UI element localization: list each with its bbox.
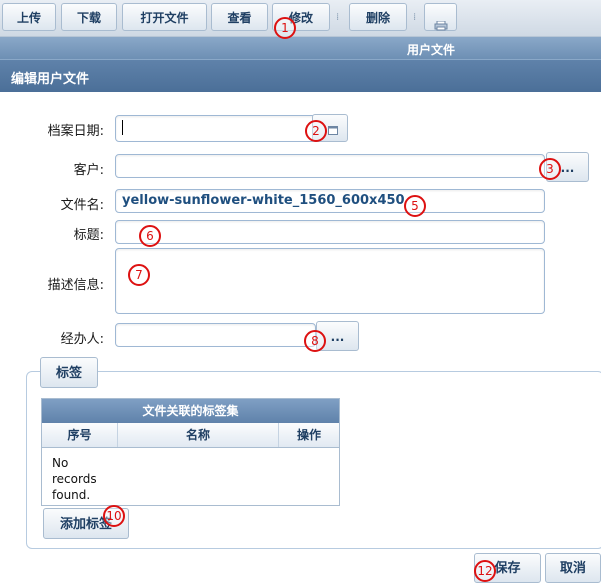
toolbar: 上传 下载 打开文件 查看 修改 ⁞ 删除 ⁞ (0, 0, 601, 37)
annotation-marker: 6 (139, 225, 161, 247)
form-title: 编辑用户文件 (11, 72, 90, 87)
annotation-marker: 10 (103, 505, 125, 527)
upload-button[interactable]: 上传 (2, 3, 56, 31)
print-icon (434, 13, 448, 31)
annotation-marker: 8 (304, 330, 326, 352)
toolbar-separator: ⁞ (413, 12, 417, 23)
archive-date-label: 档案日期: (47, 124, 104, 139)
text-caret (122, 120, 123, 135)
handler-label: 经办人: (60, 332, 104, 347)
calendar-icon (328, 124, 338, 138)
tags-grid-title: 文件关联的标签集 (42, 399, 339, 423)
cancel-button[interactable]: 取消 (545, 553, 601, 583)
panel-titlebar: 用户文件 (0, 37, 601, 59)
title-input[interactable] (115, 220, 545, 244)
tags-grid-header: 序号 名称 操作 (42, 423, 339, 448)
print-button[interactable] (424, 3, 457, 31)
column-header-action[interactable]: 操作 (279, 423, 339, 447)
open-file-button[interactable]: 打开文件 (122, 3, 207, 31)
archive-date-input[interactable] (115, 115, 316, 142)
download-button[interactable]: 下载 (61, 3, 117, 31)
column-header-name[interactable]: 名称 (118, 423, 279, 447)
handler-input[interactable] (115, 323, 316, 347)
annotation-marker: 7 (128, 264, 150, 286)
filename-label: 文件名: (60, 198, 104, 213)
column-header-index[interactable]: 序号 (42, 423, 118, 447)
tags-legend-button[interactable]: 标签 (40, 357, 98, 388)
filename-input[interactable]: yellow-sunflower-white_1560_600x450 (115, 189, 545, 213)
description-textarea[interactable] (115, 248, 545, 314)
annotation-marker: 1 (274, 17, 296, 39)
tags-grid: 文件关联的标签集 序号 名称 操作 No records found. (41, 398, 340, 506)
toolbar-separator: ⁞ (336, 12, 340, 23)
description-label: 描述信息: (47, 278, 104, 293)
empty-grid-message: No records found. (52, 456, 97, 502)
annotation-marker: 2 (305, 120, 327, 142)
form-header: 编辑用户文件 (0, 59, 601, 92)
annotation-marker: 3 (539, 158, 561, 180)
annotation-marker: 5 (404, 195, 426, 217)
delete-button[interactable]: 删除 (349, 3, 407, 31)
annotation-marker: 12 (474, 560, 496, 582)
customer-input[interactable] (115, 154, 545, 178)
panel-title: 用户文件 (407, 43, 456, 57)
title-label: 标题: (73, 228, 104, 243)
filename-value: yellow-sunflower-white_1560_600x450 (122, 193, 405, 208)
view-button[interactable]: 查看 (211, 3, 268, 31)
customer-label: 客户: (73, 163, 104, 178)
